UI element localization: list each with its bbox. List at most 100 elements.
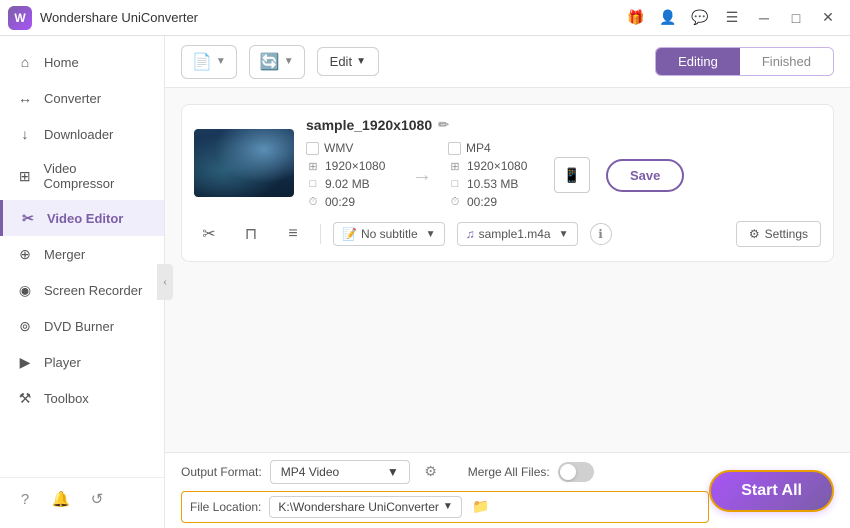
sidebar-item-toolbox[interactable]: ⚒ Toolbox [0, 380, 164, 416]
menu-icon[interactable]: ☰ [718, 4, 746, 32]
sidebar-label-player: Player [44, 355, 81, 370]
bottom-bar: Output Format: MP4 Video ▼ ⚙ Merge All F… [165, 452, 850, 528]
settings-button[interactable]: ⚙ Settings [736, 221, 821, 247]
source-format-col: WMV ⊞ 1920×1080 □ 9.02 MB [306, 141, 396, 209]
video-info: sample_1920x1080 ✏ WMV ⊞ [306, 117, 821, 209]
output-format-col: MP4 ⊞ 1920×1080 □ 10.53 MB [448, 141, 538, 209]
notification-icon[interactable]: 🔔 [48, 486, 74, 512]
gift-icon[interactable]: 🎁 [622, 4, 650, 32]
merge-all-label: Merge All Files: [468, 465, 550, 479]
subtitle-select[interactable]: 📝 No subtitle ▼ [333, 222, 445, 246]
list-tool-button[interactable]: ≡ [278, 219, 308, 249]
refresh-icon[interactable]: ↺ [84, 486, 110, 512]
output-checkbox[interactable] [448, 142, 461, 155]
settings-gear-icon: ⚙ [749, 227, 760, 241]
source-resolution: ⊞ 1920×1080 [306, 159, 396, 173]
subtitle-arrow: ▼ [426, 229, 436, 240]
sidebar-item-downloader[interactable]: ↓ Downloader [0, 116, 164, 152]
merge-toggle[interactable] [558, 462, 594, 482]
thumb-image [194, 129, 294, 197]
toggle-knob [560, 464, 576, 480]
sidebar-item-merger[interactable]: ⊕ Merger [0, 236, 164, 272]
user-icon[interactable]: 👤 [654, 4, 682, 32]
sidebar-item-converter[interactable]: ↔ Converter [0, 80, 164, 116]
cut-tool-button[interactable]: ✂ [194, 219, 224, 249]
file-location-label: File Location: [190, 500, 261, 514]
sidebar-label-converter: Converter [44, 91, 101, 106]
output-format-label: Output Format: [181, 465, 262, 479]
app-title: Wondershare UniConverter [40, 10, 622, 25]
close-button[interactable]: ✕ [814, 4, 842, 32]
source-checkbox[interactable] [306, 142, 319, 155]
format-row: WMV ⊞ 1920×1080 □ 9.02 MB [306, 141, 821, 209]
editor-icon: ✂ [19, 209, 37, 227]
file-location-container: File Location: K:\Wondershare UniConvert… [181, 491, 709, 523]
add-file-icon: 📄 [192, 52, 212, 72]
sidebar-label-dvd-burner: DVD Burner [44, 319, 114, 334]
sidebar-label-screen-recorder: Screen Recorder [44, 283, 142, 298]
start-all-button[interactable]: Start All [709, 470, 834, 512]
help-icon[interactable]: 💬 [686, 4, 714, 32]
maximize-button[interactable]: □ [782, 4, 810, 32]
video-thumbnail [194, 129, 294, 197]
sidebar-item-dvd-burner[interactable]: ⊚ DVD Burner [0, 308, 164, 344]
edit-dropdown[interactable]: Edit ▼ [317, 47, 379, 76]
output-resolution: ⊞ 1920×1080 [448, 159, 538, 173]
output-resolution-text: 1920×1080 [467, 159, 527, 173]
output-settings-icon[interactable]: ⚙ [418, 459, 444, 485]
bottom-main: Output Format: MP4 Video ▼ ⚙ Merge All F… [181, 453, 834, 528]
size-icon: □ [306, 177, 320, 191]
sidebar-item-player[interactable]: ▶ Player [0, 344, 164, 380]
edit-label: Edit [330, 54, 352, 69]
source-duration: ⏱ 00:29 [306, 195, 396, 209]
output-size: □ 10.53 MB [448, 177, 538, 191]
output-format-dropdown[interactable]: MP4 Video ▼ [270, 460, 410, 484]
convert-icon: 🔄 [260, 52, 280, 72]
save-button[interactable]: Save [606, 159, 684, 192]
info-button[interactable]: ℹ [590, 223, 612, 245]
main-layout: ⌂ Home ↔ Converter ↓ Downloader ⊞ Video … [0, 36, 850, 528]
sidebar-footer: ? 🔔 ↺ [0, 477, 164, 520]
editor-area: sample_1920x1080 ✏ WMV ⊞ [165, 88, 850, 452]
sidebar-item-home[interactable]: ⌂ Home [0, 44, 164, 80]
sidebar-item-video-editor[interactable]: ✂ Video Editor [0, 200, 164, 236]
format-dropdown-arrow: ▼ [387, 465, 399, 479]
file-location-path[interactable]: K:\Wondershare UniConverter ▼ [269, 496, 461, 518]
add-convert-button[interactable]: 🔄 ▼ [249, 45, 305, 79]
add-file-button[interactable]: 📄 ▼ [181, 45, 237, 79]
audio-track-select[interactable]: ♫ sample1.m4a ▼ [457, 222, 578, 246]
tab-finished[interactable]: Finished [740, 48, 833, 75]
sidebar-label-compressor: Video Compressor [44, 161, 148, 191]
tab-group: Editing Finished [655, 47, 834, 76]
output-resolution-icon: ⊞ [448, 159, 462, 173]
bottom-left: Output Format: MP4 Video ▼ ⚙ Merge All F… [181, 459, 709, 523]
audio-track-label: sample1.m4a [479, 227, 551, 241]
device-output-icon[interactable]: 📱 [554, 157, 590, 193]
folder-browse-icon[interactable]: 📁 [470, 496, 492, 518]
bookmark-tool-button[interactable]: ⊓ [236, 219, 266, 249]
source-resolution-text: 1920×1080 [325, 159, 385, 173]
output-format-value: MP4 Video [281, 465, 339, 479]
source-format-label: WMV [324, 141, 353, 155]
help-footer-icon[interactable]: ? [12, 486, 38, 512]
edit-name-icon[interactable]: ✏ [438, 117, 449, 133]
sidebar-item-screen-recorder[interactable]: ◉ Screen Recorder [0, 272, 164, 308]
sidebar-label-merger: Merger [44, 247, 85, 262]
location-arrow: ▼ [443, 501, 453, 512]
output-format-type: MP4 [448, 141, 538, 155]
video-item-card: sample_1920x1080 ✏ WMV ⊞ [181, 104, 834, 262]
tab-editing[interactable]: Editing [656, 48, 740, 75]
sidebar-label-toolbox: Toolbox [44, 391, 89, 406]
sidebar-item-video-compressor[interactable]: ⊞ Video Compressor [0, 152, 164, 200]
sidebar-collapse-button[interactable]: ‹ [157, 264, 173, 300]
app-logo: W [8, 6, 32, 30]
resolution-icon: ⊞ [306, 159, 320, 173]
minimize-button[interactable]: ─ [750, 4, 778, 32]
edit-dropdown-arrow: ▼ [356, 56, 366, 67]
duration-icon: ⏱ [306, 195, 320, 209]
output-duration-text: 00:29 [467, 195, 497, 209]
player-icon: ▶ [16, 353, 34, 371]
source-size-text: 9.02 MB [325, 177, 370, 191]
edit-tools-row: ✂ ⊓ ≡ 📝 No subtitle ▼ ♫ sample1.m4a ▼ ℹ [194, 219, 821, 249]
video-name: sample_1920x1080 ✏ [306, 117, 821, 133]
